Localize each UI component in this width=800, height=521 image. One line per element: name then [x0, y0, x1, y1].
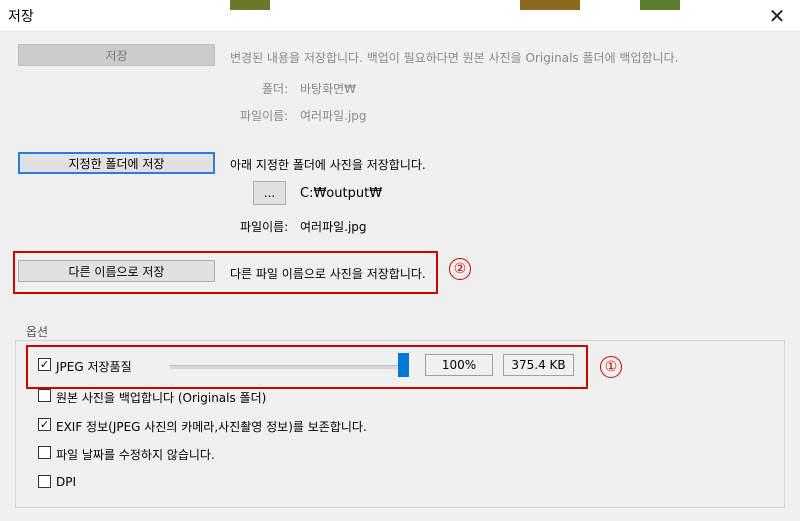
marker-2: ②: [449, 258, 471, 280]
window-title: 저장: [8, 9, 34, 25]
dpi-checkbox[interactable]: [38, 475, 51, 488]
save-as-description: 다른 파일 이름으로 사진을 저장합니다.: [230, 267, 426, 281]
quality-percent: 100%: [425, 354, 493, 376]
output-folder-value: C:₩output₩: [300, 186, 383, 201]
save-to-folder-button[interactable]: 지정한 폴더에 저장: [18, 152, 215, 174]
dpi-label: DPI: [56, 475, 77, 489]
output-filename-label: 파일이름:: [240, 220, 289, 234]
background-strip: [230, 0, 270, 10]
options-group-label: 옵션: [24, 323, 51, 340]
exif-checkbox[interactable]: ✓: [38, 418, 51, 431]
save-to-folder-label: 지정한 폴더에 저장: [68, 156, 165, 171]
browse-button-label: ...: [263, 186, 276, 200]
output-filename-value: 여러파일.jpg: [300, 220, 367, 234]
close-button[interactable]: ✕: [754, 0, 800, 31]
estimated-size: 375.4 KB: [503, 354, 574, 376]
keep-date-checkbox[interactable]: [38, 446, 51, 459]
folder-label: 폴더:: [262, 82, 289, 96]
jpeg-quality-label: JPEG 저장품질: [56, 360, 132, 374]
folder-value: 바탕화면₩: [300, 82, 357, 96]
browse-button[interactable]: ...: [253, 181, 286, 205]
close-icon: ✕: [768, 3, 786, 28]
save-as-label: 다른 이름으로 저장: [68, 264, 165, 279]
quality-slider-thumb[interactable]: [398, 353, 409, 377]
filename-label: 파일이름:: [240, 109, 289, 123]
save-description: 변경된 내용을 저장합니다. 백업이 필요하다면 원본 사진을 Original…: [230, 51, 679, 65]
title-bar: 저장 ✕: [0, 0, 800, 32]
save-button[interactable]: 저장: [18, 44, 215, 66]
quality-slider-track[interactable]: [170, 365, 408, 369]
background-strip: [520, 0, 580, 10]
jpeg-quality-checkbox[interactable]: ✓: [38, 358, 51, 371]
marker-1: ①: [600, 356, 622, 378]
backup-label: 원본 사진을 백업합니다 (Originals 폴더): [56, 391, 267, 405]
background-strip: [640, 0, 680, 10]
exif-label: EXIF 정보(JPEG 사진의 카메라,사진촬영 정보)를 보존합니다.: [56, 420, 367, 434]
save-as-button[interactable]: 다른 이름으로 저장: [18, 260, 215, 282]
backup-checkbox[interactable]: [38, 389, 51, 402]
folder-description: 아래 지정한 폴더에 사진을 저장합니다.: [230, 158, 426, 172]
keep-date-label: 파일 날짜를 수정하지 않습니다.: [56, 448, 215, 462]
save-button-label: 저장: [105, 48, 128, 63]
filename-value: 여러파일.jpg: [300, 109, 367, 123]
